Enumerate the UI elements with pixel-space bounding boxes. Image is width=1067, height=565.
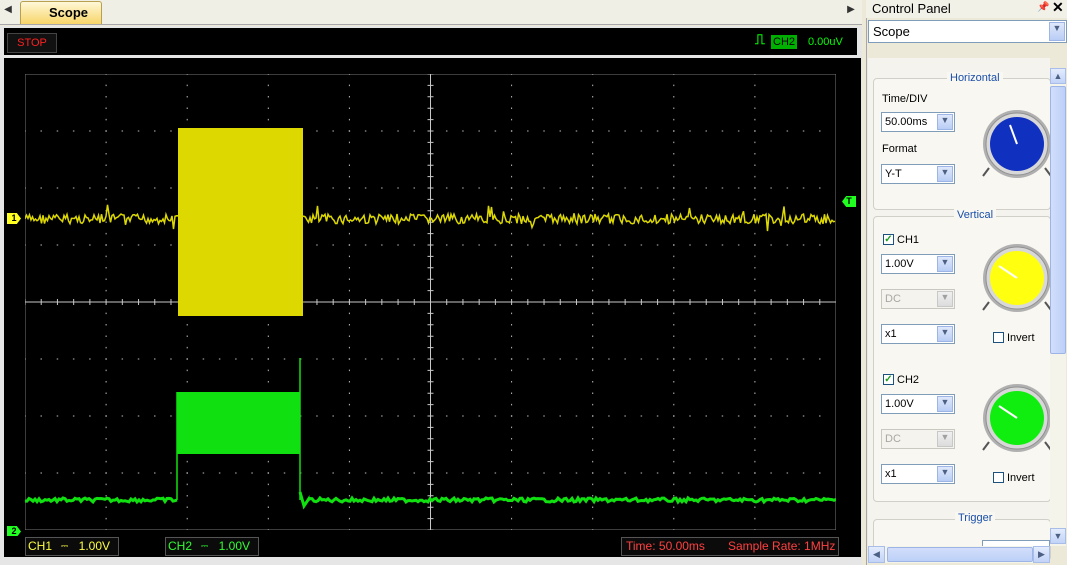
chevron-down-icon[interactable]: ▼ [937,166,953,182]
ch1-coupling-value: DC [885,293,901,305]
ch1-volts-select[interactable]: 1.00V ▼ [881,254,955,274]
ch1-status: CH1 ⎓ 1.00V [25,537,119,556]
tab-scroll-left-icon[interactable]: ◀ [2,4,14,15]
trigger-title: Trigger [955,512,996,524]
ch2-volts-knob[interactable] [977,382,1053,452]
ch1-probe-value: x1 [885,328,897,340]
time-div-select[interactable]: 50.00ms ▼ [881,112,955,132]
ch2-volts-value: 1.00V [885,398,914,410]
ch2-coupling-select: DC ▼ [881,429,955,449]
control-panel-title: Control Panel [872,1,951,16]
dc-coupling-icon: ⎓ [61,541,69,551]
chevron-down-icon[interactable]: ▼ [937,256,953,272]
ch2-probe-value: x1 [885,468,897,480]
vscroll-thumb[interactable] [1050,86,1066,354]
chevron-down-icon[interactable]: ▼ [937,326,953,342]
time-div-value: 50.00ms [885,116,928,128]
ch2-status-label: CH2 [168,539,193,553]
sample-rate: Sample Rate: 1MHz [728,539,836,553]
chevron-down-icon[interactable]: ▼ [937,396,953,412]
format-select[interactable]: Y-T ▼ [881,164,955,184]
ch2-status-volts: 1.00V [218,539,250,553]
time-base: Time: 50.00ms [626,539,705,553]
ch2-probe-select[interactable]: x1 ▼ [881,464,955,484]
ch1-checkbox[interactable]: ✓ [883,234,894,245]
ch1-trace-burst [178,128,303,316]
chevron-down-icon: ▼ [937,431,953,447]
tab-scope[interactable]: Scope [20,1,102,24]
pin-icon[interactable]: 📌 [1037,2,1049,13]
chevron-down-icon[interactable]: ▼ [1049,22,1065,41]
trigger-edge-icon: ⎍ [755,31,765,47]
mode-select[interactable]: Scope ▼ [868,20,1067,43]
ch1-volts-knob[interactable] [977,242,1053,312]
scope-screen[interactable] [25,74,836,530]
ch2-checkbox[interactable]: ✓ [883,374,894,385]
ch1-invert-checkbox[interactable] [993,332,1004,343]
ch2-volts-select[interactable]: 1.00V ▼ [881,394,955,414]
scroll-left-icon[interactable]: ◀ [868,546,885,563]
ch1-invert-label: Invert [1007,332,1035,344]
tab-scroll-right-icon[interactable]: ▶ [845,4,857,15]
close-icon[interactable]: ✕ [1052,0,1064,16]
chevron-down-icon[interactable]: ▼ [937,466,953,482]
mode-select-value: Scope [873,24,910,39]
time-div-label: Time/DIV [882,93,928,105]
trigger-channel: CH2 [771,35,798,49]
ch2-label: CH2 [897,374,920,386]
time-status: Time: 50.00ms Sample Rate: 1MHz [621,537,839,556]
scroll-up-icon[interactable]: ▲ [1050,68,1066,84]
ch1-coupling-select: DC ▼ [881,289,955,309]
ch2-trace-burst [177,392,300,454]
ch1-volts-value: 1.00V [885,258,914,270]
ch2-invert-label: Invert [1007,472,1035,484]
dc-coupling-icon: ⎓ [201,541,209,551]
format-value: Y-T [885,168,902,180]
scroll-down-icon[interactable]: ▼ [1050,528,1066,544]
scroll-right-icon[interactable]: ▶ [1033,546,1050,563]
ch2-invert-checkbox[interactable] [993,472,1004,483]
run-state-badge[interactable]: STOP [7,33,57,53]
ch1-status-volts: 1.00V [78,539,110,553]
tab-scope-label: Scope [49,5,89,20]
ch1-probe-select[interactable]: x1 ▼ [881,324,955,344]
trigger-level: 0.00uV [808,36,843,48]
ch1-status-label: CH1 [28,539,53,553]
control-panel-hscroll[interactable]: ◀ ▶ [868,546,1050,563]
vertical-title: Vertical [954,209,997,221]
ch1-label: CH1 [897,234,920,246]
hscroll-thumb[interactable] [887,547,1033,562]
chevron-down-icon: ▼ [937,291,953,307]
tab-bar [0,0,862,25]
ch2-coupling-value: DC [885,433,901,445]
scope-top-bar [4,28,857,55]
time-div-knob[interactable] [977,108,1053,178]
format-label: Format [882,143,917,155]
control-panel-vscroll[interactable]: ▲ ▼ [1050,68,1066,546]
horizontal-title: Horizontal [947,72,1003,84]
chevron-down-icon[interactable]: ▼ [937,114,953,130]
ch2-status: CH2 ⎓ 1.00V [165,537,259,556]
